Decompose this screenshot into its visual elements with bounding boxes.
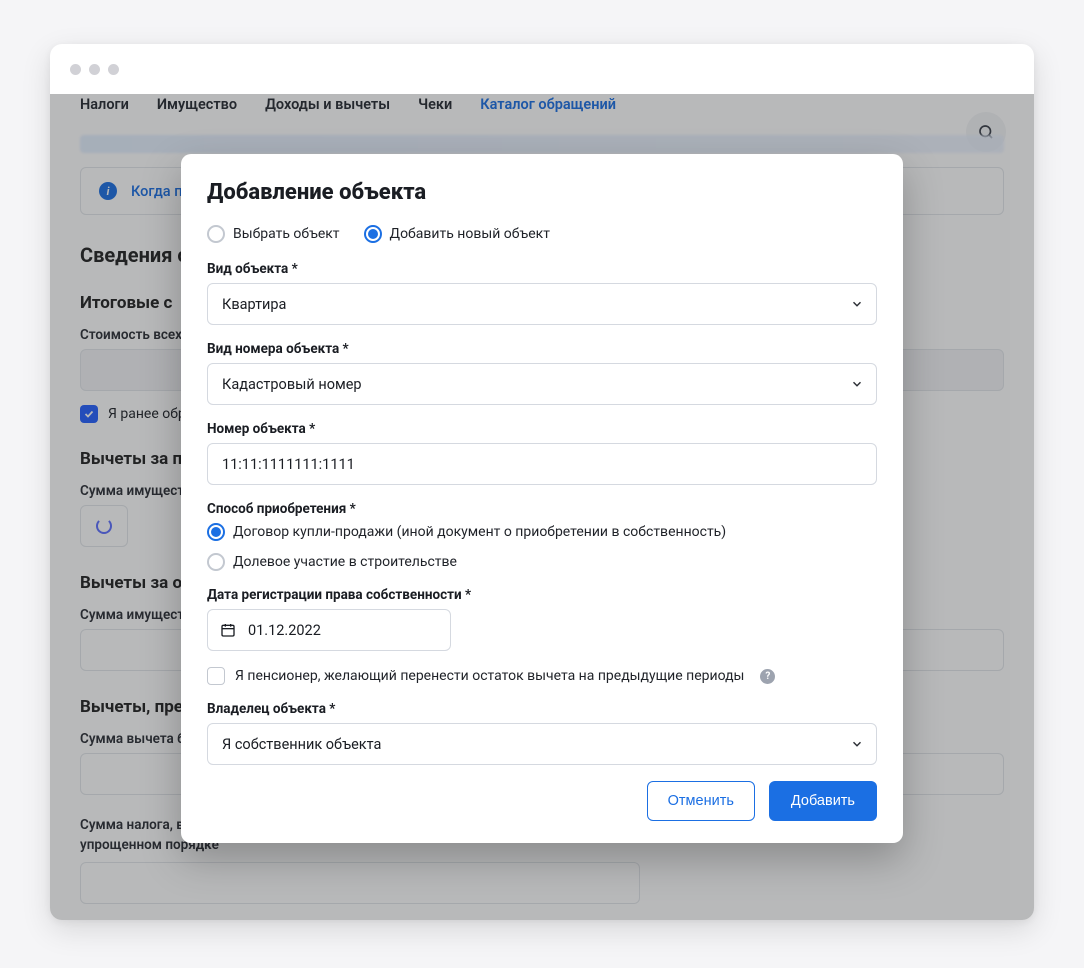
add-button[interactable]: Добавить (769, 781, 877, 821)
radio-select-object[interactable]: Выбрать объект (207, 225, 340, 243)
radio-icon-selected (364, 225, 382, 243)
modal-title: Добавление объекта (207, 180, 877, 205)
calendar-icon (220, 622, 236, 638)
modal-overlay[interactable]: Добавление объекта Выбрать объект Добави… (50, 94, 1034, 920)
select-number-type[interactable]: Кадастровый номер (207, 363, 877, 405)
help-icon[interactable]: ? (760, 669, 775, 684)
select-owner[interactable]: Я собственник объекта (207, 723, 877, 765)
add-object-modal: Добавление объекта Выбрать объект Добави… (181, 154, 903, 843)
chevron-down-icon (850, 377, 864, 391)
radio-icon-selected (207, 523, 225, 541)
select-object-type-value: Квартира (222, 296, 286, 313)
mode-radio-group: Выбрать объект Добавить новый объект (207, 225, 877, 243)
checkbox-pensioner-label: Я пенсионер, желающий перенести остаток … (235, 668, 744, 684)
label-owner: Владелец объекта * (207, 701, 877, 717)
label-number-type: Вид номера объекта * (207, 341, 877, 357)
input-object-number-value: 11:11:1111111:1111 (222, 456, 355, 473)
select-object-type[interactable]: Квартира (207, 283, 877, 325)
radio-method-share[interactable]: Долевое участие в строительстве (207, 553, 877, 571)
radio-icon (207, 225, 225, 243)
radio-select-label: Выбрать объект (233, 226, 340, 242)
app-window: Налоги Имущество Доходы и вычеты Чеки Ка… (50, 44, 1034, 920)
label-object-type: Вид объекта * (207, 261, 877, 277)
input-reg-date-value: 01.12.2022 (248, 622, 321, 639)
chevron-down-icon (850, 737, 864, 751)
input-reg-date[interactable]: 01.12.2022 (207, 609, 451, 651)
checkbox-pensioner[interactable] (207, 667, 225, 685)
radio-add-label: Добавить новый объект (390, 226, 550, 242)
radio-add-object[interactable]: Добавить новый объект (364, 225, 550, 243)
input-object-number[interactable]: 11:11:1111111:1111 (207, 443, 877, 485)
radio-method-share-label: Долевое участие в строительстве (233, 554, 457, 570)
cancel-button[interactable]: Отменить (647, 781, 755, 821)
chevron-down-icon (850, 297, 864, 311)
select-owner-value: Я собственник объекта (222, 736, 381, 753)
radio-icon (207, 553, 225, 571)
radio-method-purchase-label: Договор купли-продажи (иной документ о п… (233, 524, 726, 540)
radio-method-purchase[interactable]: Договор купли-продажи (иной документ о п… (207, 523, 877, 541)
label-acquisition-method: Способ приобретения * (207, 501, 877, 517)
label-reg-date: Дата регистрации права собственности * (207, 587, 877, 603)
label-object-number: Номер объекта * (207, 421, 877, 437)
select-number-type-value: Кадастровый номер (222, 376, 362, 393)
